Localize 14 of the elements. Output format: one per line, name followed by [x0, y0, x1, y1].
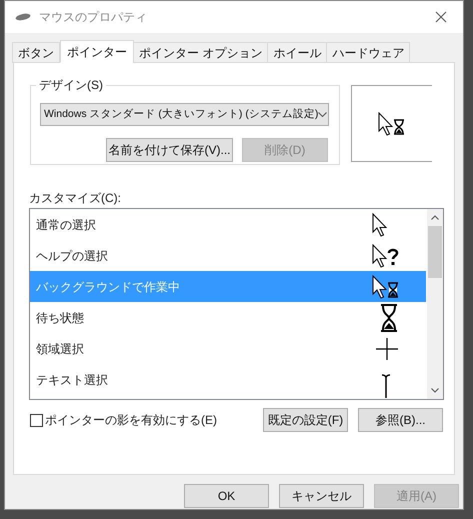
dialog-button[interactable]: OK	[184, 484, 269, 508]
checkbox-label: ポインターの影を有効にする(E)	[45, 412, 217, 429]
tab[interactable]: ポインター オプション	[133, 42, 268, 63]
dialog-button[interactable]: 既定の設定(F)	[263, 408, 348, 432]
tab[interactable]: ハードウェア	[326, 42, 410, 63]
group-label: デザイン(S)	[36, 77, 106, 93]
window-title: マウスのプロパティ	[39, 9, 147, 26]
dialog-button[interactable]: 参照(B)...	[358, 408, 443, 432]
save-as-button[interactable]: 名前を付けて保存(V)...	[106, 138, 233, 162]
tab[interactable]: ポインター	[60, 40, 134, 63]
dialog-button[interactable]: キャンセル	[279, 484, 364, 508]
list-label: カスタマイズ(C):	[29, 190, 121, 207]
tab[interactable]: ボタン	[12, 42, 60, 63]
scheme-dropdown[interactable]: Windows スタンダード (大きいフォント) (システム設定)	[40, 103, 329, 126]
